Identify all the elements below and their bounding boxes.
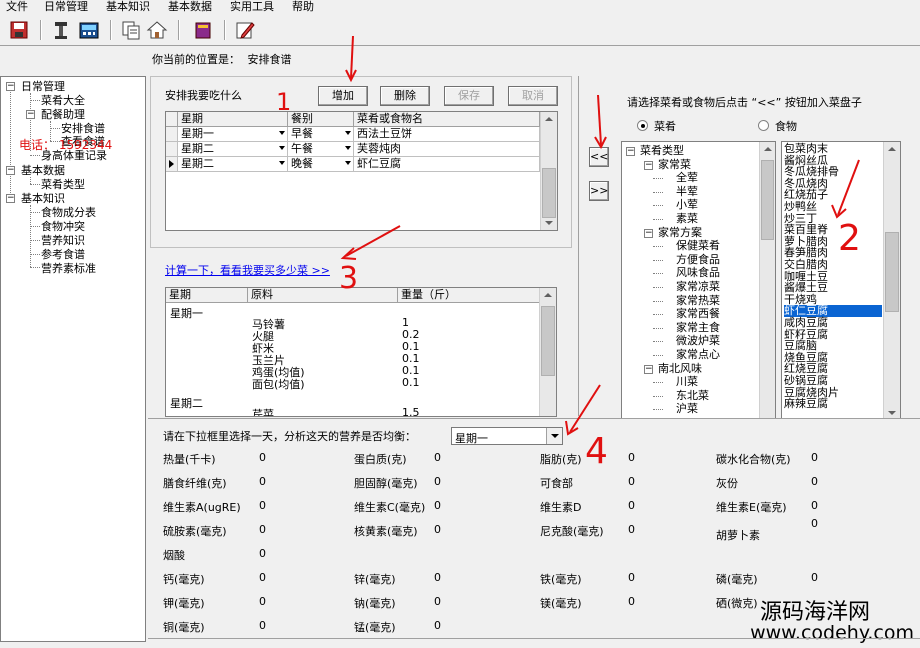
annotation-arrow xyxy=(569,384,601,433)
annotation-arrow xyxy=(350,35,354,79)
annotation-arrow xyxy=(345,225,401,257)
annotation-4: 4 xyxy=(585,431,608,472)
annotation-1: 1 xyxy=(276,88,291,116)
annotation-arrow xyxy=(597,94,602,146)
status-divider xyxy=(148,638,920,639)
red-annotations: 1 2 3 4 xyxy=(276,35,861,472)
annotation-3: 3 xyxy=(339,261,358,296)
watermark-url: www.codehy.com xyxy=(750,622,914,644)
annotation-2: 2 xyxy=(838,218,861,259)
annotation-arrow xyxy=(837,159,860,216)
